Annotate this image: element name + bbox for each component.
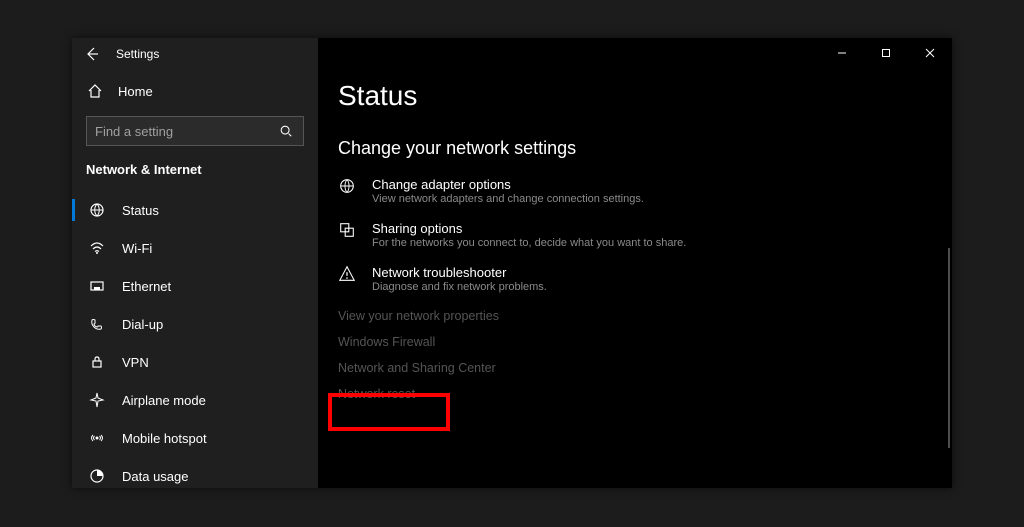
search-icon (277, 122, 295, 140)
adapter-icon (338, 177, 356, 195)
section-title: Change your network settings (338, 138, 952, 159)
option-troubleshoot[interactable]: Network troubleshooter Diagnose and fix … (338, 265, 952, 293)
sidebar: Settings Home Network & Internet Stat (72, 38, 318, 488)
nav-label: VPN (122, 355, 149, 370)
option-adapter[interactable]: Change adapter options View network adap… (338, 177, 952, 205)
home-icon (86, 82, 104, 100)
search-input[interactable] (95, 124, 277, 139)
search-wrap (72, 110, 318, 158)
option-sharing[interactable]: Sharing options For the networks you con… (338, 221, 952, 249)
search-box[interactable] (86, 116, 304, 146)
option-title: Network troubleshooter (372, 265, 547, 280)
sidebar-item-ethernet[interactable]: Ethernet (72, 267, 318, 305)
link-network-reset[interactable]: Network reset (338, 387, 952, 401)
minimize-button[interactable] (820, 38, 864, 68)
settings-window: Settings Home Network & Internet Stat (72, 38, 952, 488)
link-sharing-center[interactable]: Network and Sharing Center (338, 361, 952, 375)
ethernet-icon (88, 277, 106, 295)
nav-list: Status Wi-Fi Ethernet Dial-up (72, 191, 318, 495)
nav-label: Ethernet (122, 279, 171, 294)
option-list: Change adapter options View network adap… (338, 177, 952, 293)
sidebar-item-dialup[interactable]: Dial-up (72, 305, 318, 343)
content-area: Status Change your network settings Chan… (318, 38, 952, 488)
nav-label: Wi-Fi (122, 241, 152, 256)
link-view-properties[interactable]: View your network properties (338, 309, 952, 323)
sidebar-item-hotspot[interactable]: Mobile hotspot (72, 419, 318, 457)
nav-label: Mobile hotspot (122, 431, 207, 446)
sidebar-item-status[interactable]: Status (72, 191, 318, 229)
page-title: Status (338, 80, 952, 112)
status-icon (88, 201, 106, 219)
wifi-icon (88, 239, 106, 257)
hotspot-icon (88, 429, 106, 447)
nav-label: Airplane mode (122, 393, 206, 408)
dialup-icon (88, 315, 106, 333)
option-desc: For the networks you connect to, decide … (372, 237, 686, 249)
sharing-icon (338, 221, 356, 239)
option-desc: Diagnose and fix network problems. (372, 281, 547, 293)
sidebar-item-home[interactable]: Home (72, 72, 318, 110)
sidebar-item-airplane[interactable]: Airplane mode (72, 381, 318, 419)
option-title: Change adapter options (372, 177, 644, 192)
vpn-icon (88, 353, 106, 371)
airplane-icon (88, 391, 106, 409)
sidebar-item-datausage[interactable]: Data usage (72, 457, 318, 495)
troubleshoot-icon (338, 265, 356, 283)
sidebar-item-vpn[interactable]: VPN (72, 343, 318, 381)
link-windows-firewall[interactable]: Windows Firewall (338, 335, 952, 349)
nav-label: Status (122, 203, 159, 218)
scrollbar[interactable] (948, 248, 950, 448)
nav-label: Dial-up (122, 317, 163, 332)
category-title: Network & Internet (72, 158, 318, 191)
titlebar: Settings (72, 46, 318, 62)
option-desc: View network adapters and change connect… (372, 193, 644, 205)
maximize-button[interactable] (864, 38, 908, 68)
link-list: View your network properties Windows Fir… (338, 309, 952, 401)
home-label: Home (118, 84, 153, 99)
app-title: Settings (116, 47, 159, 61)
nav-label: Data usage (122, 469, 189, 484)
option-title: Sharing options (372, 221, 686, 236)
data-usage-icon (88, 467, 106, 485)
back-arrow-icon[interactable] (82, 46, 102, 62)
sidebar-item-wifi[interactable]: Wi-Fi (72, 229, 318, 267)
window-controls (820, 38, 952, 68)
close-button[interactable] (908, 38, 952, 68)
